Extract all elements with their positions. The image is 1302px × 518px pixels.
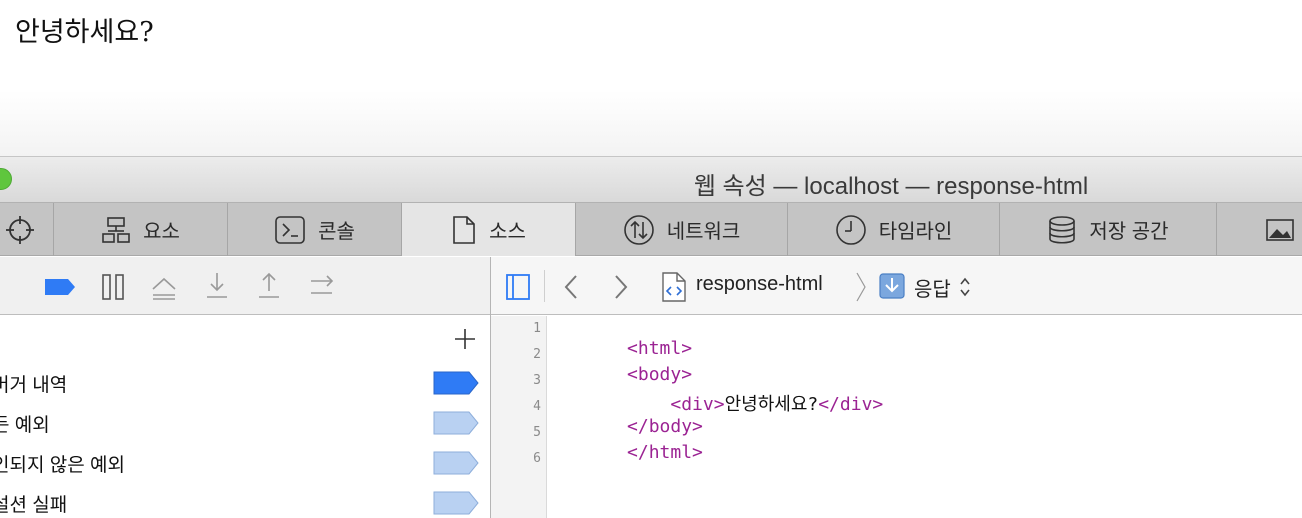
tab-network[interactable]: 네트워크 (576, 203, 788, 256)
line-number: 6 (533, 451, 541, 466)
line-number: 2 (533, 347, 541, 362)
breadcrumb-file-name[interactable]: response-html (696, 273, 823, 296)
back-chevron-icon[interactable] (561, 273, 581, 301)
tab-elements-label: 요소 (143, 221, 180, 243)
updown-chevron-icon[interactable] (959, 275, 971, 299)
breakpoint-label: 버거 내역 (0, 375, 68, 396)
image-icon (1265, 218, 1294, 241)
console-icon (275, 215, 305, 244)
html-tag: </html> (627, 442, 703, 463)
continue-icon[interactable] (308, 273, 336, 299)
tab-elements[interactable]: 요소 (54, 203, 228, 256)
source-code-editor[interactable]: 1 2 3 4 5 6 <html> <body> <div>안녕하세요?</d… (491, 316, 1302, 518)
breakpoint-flag-icon[interactable] (433, 451, 479, 475)
step-out-icon[interactable] (256, 271, 282, 301)
breakpoints-sidebar: 버거 내역 든 예외 인되지 않은 예외 설션 실패 (0, 316, 490, 518)
network-icon (623, 214, 654, 245)
elements-icon (102, 216, 130, 243)
tab-sources[interactable]: 소스 (402, 203, 576, 256)
timeline-icon (835, 214, 866, 245)
element-picker-button[interactable] (0, 203, 54, 256)
storage-icon (1049, 215, 1076, 244)
breadcrumb-response-type[interactable]: 응답 (914, 273, 951, 302)
page-viewport: 안녕하세요? (0, 0, 1302, 156)
crosshair-icon (5, 215, 34, 244)
step-into-icon[interactable] (204, 271, 230, 301)
tab-console-label: 콘솔 (318, 221, 355, 243)
window-title: 웹 속성 — localhost — response-html (693, 173, 1089, 200)
line-number: 4 (533, 399, 541, 414)
line-number-gutter[interactable]: 1 2 3 4 5 6 (491, 316, 547, 518)
breakpoints-toggle-icon[interactable] (44, 277, 76, 297)
breakpoint-label: 인되지 않은 예외 (0, 455, 125, 476)
tab-graphics[interactable] (1217, 203, 1302, 256)
tab-console[interactable]: 콘솔 (228, 203, 402, 256)
breakpoint-flag-icon[interactable] (433, 371, 479, 395)
tab-timeline[interactable]: 타임라인 (788, 203, 1000, 256)
response-download-icon (879, 273, 905, 299)
pause-icon[interactable] (100, 273, 126, 301)
toolbar-separator (544, 270, 545, 302)
title-bar: 웹 속성 — localhost — response-html (0, 156, 1302, 202)
text-node: 안녕하세요? (724, 394, 819, 415)
step-over-icon[interactable] (150, 273, 178, 301)
sources-icon (453, 215, 475, 244)
tab-timeline-label: 타임라인 (878, 221, 953, 243)
tab-storage-label: 저장 공간 (1089, 221, 1169, 243)
source-navigation-bar: response-html 응답 (491, 257, 1302, 315)
breakpoint-flag-icon[interactable] (433, 411, 479, 435)
line-number: 3 (533, 373, 541, 388)
add-breakpoint-icon[interactable] (454, 328, 476, 350)
line-number: 5 (533, 425, 541, 440)
html-tag: </div> (818, 394, 884, 415)
code-line: </html> (562, 421, 703, 484)
tab-sources-label: 소스 (489, 221, 526, 243)
web-inspector: 웹 속성 — localhost — response-html 요소 콘솔 소… (0, 156, 1302, 518)
tab-network-label: 네트워크 (666, 221, 741, 243)
breakpoint-label: 든 예외 (0, 415, 50, 436)
list-item[interactable]: 든 예외 (0, 402, 490, 442)
breakpoint-label: 설션 실패 (0, 495, 68, 516)
list-item[interactable]: 버거 내역 (0, 362, 490, 402)
tab-bar: 요소 콘솔 소스 네트워크 타임라인 저장 공간 (0, 202, 1302, 256)
breadcrumb-separator-icon (856, 272, 866, 302)
list-item[interactable]: 인되지 않은 예외 (0, 442, 490, 482)
tab-storage[interactable]: 저장 공간 (1000, 203, 1217, 256)
forward-chevron-icon[interactable] (611, 273, 631, 301)
line-number: 1 (533, 321, 541, 336)
list-item[interactable]: 설션 실패 (0, 482, 490, 518)
sidebar-toggle-icon[interactable] (505, 273, 531, 301)
page-body-text: 안녕하세요? (15, 17, 154, 48)
debugger-toolbar (0, 257, 490, 315)
html-file-icon (662, 272, 686, 302)
breakpoint-flag-icon[interactable] (433, 491, 479, 515)
